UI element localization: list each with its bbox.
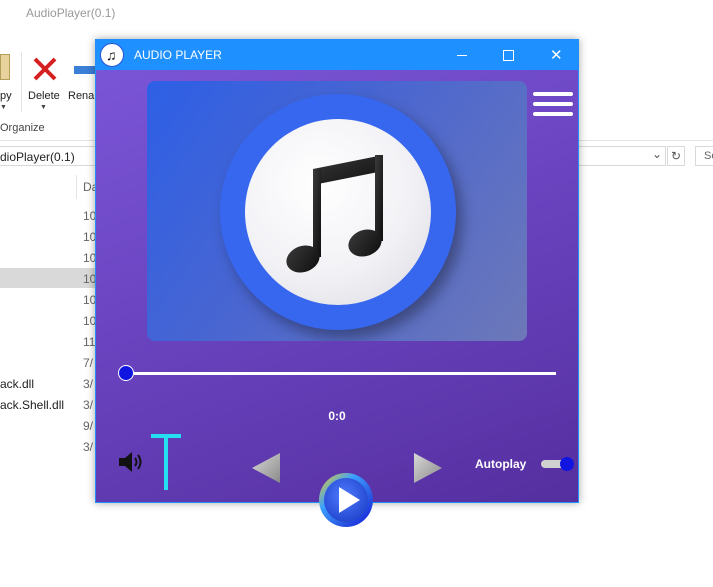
minimize-icon — [457, 55, 467, 56]
volume-track[interactable] — [164, 434, 168, 490]
ribbon-divider — [21, 52, 22, 112]
delete-icon[interactable] — [32, 56, 58, 82]
hamburger-menu-icon[interactable] — [533, 90, 573, 120]
music-note-icon — [286, 155, 383, 273]
list-item-name[interactable]: ack.Shell.dll — [0, 398, 64, 412]
ribbon-group-label: Organize — [0, 122, 45, 134]
speaker-icon[interactable] — [117, 450, 145, 474]
music-disc-icon — [220, 94, 456, 330]
chevron-down-icon[interactable]: ⌄ — [652, 147, 662, 161]
list-item-date: 11 — [83, 335, 96, 349]
list-item-date: 3/ — [83, 440, 94, 454]
volume-slider[interactable] — [151, 434, 181, 490]
autoplay-toggle[interactable] — [541, 457, 575, 471]
title-bar[interactable]: ♫ AUDIO PLAYER ✕ — [96, 40, 578, 70]
list-item-date: 9/ — [83, 419, 94, 433]
copy-icon[interactable] — [0, 54, 10, 80]
delete-button[interactable]: Delete — [28, 90, 60, 102]
current-time: 0:0 — [328, 409, 346, 423]
address-text: dioPlayer(0.1) — [0, 150, 75, 164]
selected-row[interactable] — [0, 268, 96, 288]
list-item-date: 3/ — [83, 398, 94, 412]
refresh-icon[interactable]: ↻ — [667, 146, 685, 166]
explorer-title: AudioPlayer(0.1) — [26, 6, 116, 20]
play-icon[interactable] — [318, 472, 374, 528]
chevron-down-icon[interactable]: ▼ — [40, 104, 47, 111]
player-body: 0:0 Autoplay — [96, 70, 578, 527]
album-art — [147, 81, 527, 341]
audio-player-window: ♫ AUDIO PLAYER ✕ 0:0 Autoplay — [95, 39, 579, 527]
maximize-icon — [503, 50, 514, 61]
next-icon[interactable] — [412, 452, 444, 484]
close-icon: ✕ — [550, 47, 563, 64]
menu-bar-line — [533, 92, 573, 96]
copy-button[interactable]: py — [0, 90, 12, 102]
chevron-down-icon[interactable]: ▼ — [0, 104, 7, 111]
menu-bar-line — [533, 112, 573, 116]
menu-bar-line — [533, 102, 573, 106]
maximize-button[interactable] — [485, 40, 531, 70]
column-divider — [76, 175, 77, 199]
disc-face — [245, 119, 431, 305]
list-item-date: 3/ — [83, 377, 94, 391]
previous-icon[interactable] — [250, 452, 282, 484]
window-title: AUDIO PLAYER — [134, 48, 222, 62]
minimize-button[interactable] — [438, 40, 484, 70]
list-item-date: 7/ — [83, 356, 94, 370]
music-note-icon: ♫ — [100, 43, 124, 67]
rename-icon[interactable] — [74, 66, 96, 74]
seek-handle[interactable] — [118, 365, 134, 381]
list-item-name[interactable]: ack.dll — [0, 377, 34, 391]
autoplay-label: Autoplay — [475, 457, 527, 471]
rename-button[interactable]: Rena — [68, 90, 94, 102]
toggle-knob[interactable] — [560, 457, 574, 471]
search-input[interactable]: Se — [695, 146, 713, 166]
seek-bar[interactable] — [134, 372, 556, 375]
close-button[interactable]: ✕ — [532, 40, 578, 70]
